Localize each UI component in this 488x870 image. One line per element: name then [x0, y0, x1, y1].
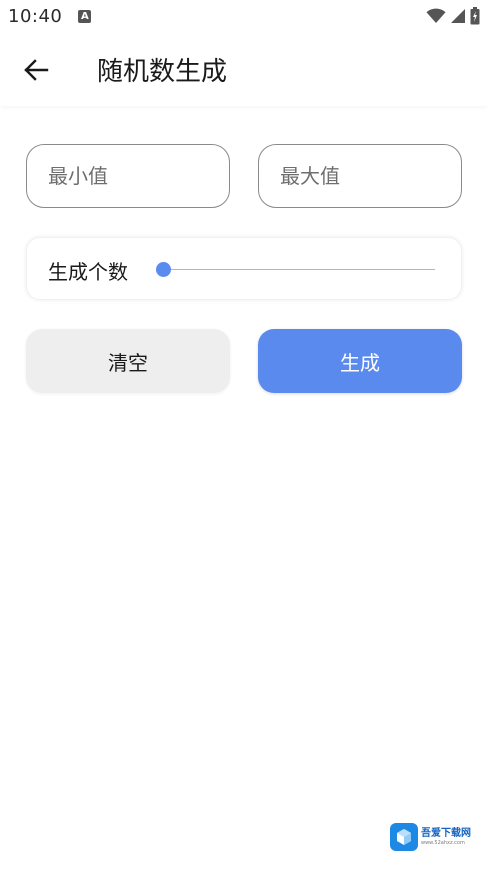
battery-icon: [470, 7, 480, 25]
wifi-icon: [426, 8, 446, 23]
count-slider-thumb[interactable]: [156, 262, 171, 277]
count-slider-card: 生成个数: [26, 237, 462, 300]
watermark: 吾爱下载网 www.52ahxz.com: [390, 823, 471, 851]
clear-button[interactable]: 清空: [26, 329, 230, 393]
screen: 10:40 A 随机数生成 最小值 最大值 生成个数 清空 生成 吾爱下载网 w…: [0, 0, 488, 870]
back-button[interactable]: [20, 54, 52, 86]
watermark-subtitle: www.52ahxz.com: [421, 839, 465, 846]
min-value-field[interactable]: [26, 144, 230, 208]
max-value-input[interactable]: [259, 145, 461, 207]
page-title: 随机数生成: [97, 57, 228, 87]
generate-button[interactable]: 生成: [258, 329, 462, 393]
status-icons: [426, 7, 480, 25]
watermark-texts: 吾爱下载网 www.52ahxz.com: [421, 827, 471, 846]
a-icon: A: [78, 9, 92, 23]
watermark-title: 吾爱下载网: [421, 827, 471, 839]
max-value-field[interactable]: [258, 144, 462, 208]
app-bar: 随机数生成: [0, 32, 488, 106]
arrow-left-icon: [24, 59, 49, 81]
count-slider-track[interactable]: [156, 262, 435, 277]
status-bar: 10:40 A: [0, 0, 488, 32]
status-time: 10:40: [8, 5, 63, 27]
signal-icon: [451, 9, 465, 23]
min-value-input[interactable]: [27, 145, 229, 207]
cube-logo-icon: [390, 823, 418, 851]
count-slider-label: 生成个数: [48, 260, 128, 284]
